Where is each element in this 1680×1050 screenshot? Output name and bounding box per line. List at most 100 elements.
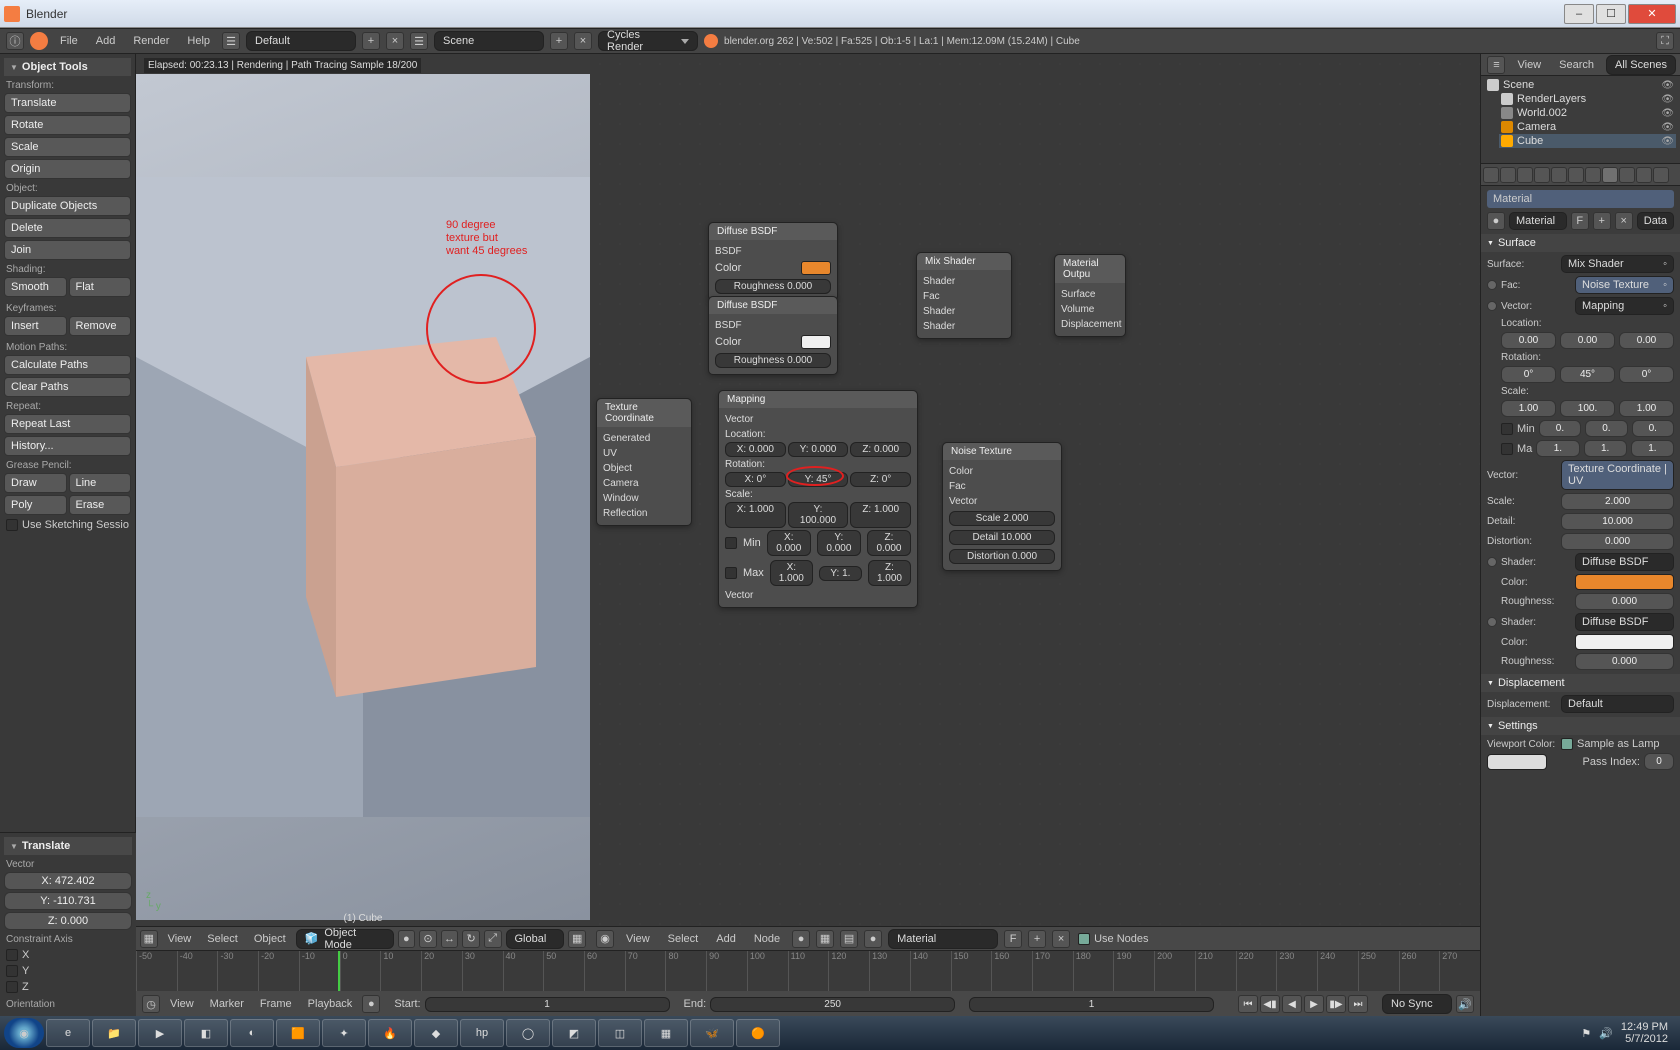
smooth-button[interactable]: Smooth <box>4 277 67 297</box>
prop-scale-z[interactable]: 1.00 <box>1619 400 1674 417</box>
auto-keyframe-icon[interactable]: ● <box>362 995 380 1013</box>
mapping-loc-x[interactable]: X: 0.000 <box>725 442 786 457</box>
material-slot[interactable]: Material <box>1487 190 1674 208</box>
translate-panel-header[interactable]: Translate <box>4 837 132 855</box>
shader2-socket-icon[interactable] <box>1487 617 1497 627</box>
play-reverse-button[interactable]: ◀ <box>1282 995 1302 1013</box>
roughness-field[interactable]: Roughness 0.000 <box>715 353 831 368</box>
fake-user-button[interactable]: F <box>1571 212 1589 230</box>
calculate-paths-button[interactable]: Calculate Paths <box>4 355 131 375</box>
mapping-scale-z[interactable]: Z: 1.000 <box>850 502 911 528</box>
duplicate-button[interactable]: Duplicate Objects <box>4 196 131 216</box>
pivot-icon[interactable]: ⊙ <box>419 930 437 948</box>
node-header[interactable]: Mapping <box>719 391 917 408</box>
menu-file[interactable]: File <box>54 33 84 49</box>
outliner-editor-type-icon[interactable]: ≡ <box>1487 56 1505 74</box>
socket-volume-in[interactable]: Volume <box>1061 302 1119 317</box>
taskbar-app-icon[interactable]: ◧ <box>184 1019 228 1047</box>
shader2-color-swatch[interactable] <box>1575 634 1674 650</box>
node-menu-add[interactable]: Add <box>710 931 742 947</box>
prop-rot-z[interactable]: 0° <box>1619 366 1674 383</box>
taskbar-app-icon[interactable]: ◩ <box>552 1019 596 1047</box>
shader1-value[interactable]: Diffuse BSDF <box>1575 553 1674 571</box>
3d-viewport[interactable]: Elapsed: 00:23.13 | Rendering | Path Tra… <box>136 54 590 950</box>
prop-loc-x[interactable]: 0.00 <box>1501 332 1556 349</box>
layout-dropdown[interactable]: Default <box>246 31 356 51</box>
sketching-session-checkbox[interactable]: Use Sketching Sessio <box>4 517 131 533</box>
outliner-filter-dropdown[interactable]: All Scenes <box>1606 55 1676 75</box>
vector-value[interactable]: Mapping◦ <box>1575 297 1674 315</box>
mode-dropdown[interactable]: 🧊 Object Mode <box>296 929 394 949</box>
outliner-item[interactable]: Camera👁 <box>1499 120 1676 134</box>
node-header[interactable]: Diffuse BSDF <box>709 223 837 240</box>
prop-loc-z[interactable]: 0.00 <box>1619 332 1674 349</box>
outliner-menu-view[interactable]: View <box>1511 57 1547 73</box>
prop-rot-y[interactable]: 45° <box>1560 366 1615 383</box>
node-material-output[interactable]: Material Outpu Surface Volume Displaceme… <box>1054 254 1126 337</box>
node-texture-coordinate[interactable]: Texture Coordinate Generated UV Object C… <box>596 398 692 526</box>
socket-shader-in-1[interactable]: Shader <box>923 304 1005 319</box>
node-header[interactable]: Diffuse BSDF <box>709 297 837 314</box>
link-dropdown[interactable]: Data <box>1637 212 1674 230</box>
tex-distortion-value[interactable]: 0.000 <box>1561 533 1674 550</box>
menu-render[interactable]: Render <box>127 33 175 49</box>
remove-keyframe-button[interactable]: Remove <box>69 316 132 336</box>
flat-button[interactable]: Flat <box>69 277 132 297</box>
taskbar-app-icon[interactable]: ◫ <box>598 1019 642 1047</box>
render-engine-dropdown[interactable]: Cycles Render <box>598 31 698 51</box>
orientation-dropdown[interactable]: Global <box>506 929 565 949</box>
rotate-button[interactable]: Rotate <box>4 115 131 135</box>
sample-as-lamp-checkbox[interactable] <box>1561 738 1573 750</box>
mapping-max-x[interactable]: X: 1.000 <box>770 560 813 586</box>
translate-button[interactable]: Translate <box>4 93 131 113</box>
translate-x-field[interactable]: X: 472.402 <box>4 872 132 890</box>
manipulator-scale-icon[interactable]: ⤢ <box>484 930 502 948</box>
visibility-icon[interactable]: 👁 <box>1661 136 1674 147</box>
diffuse2-color-swatch[interactable] <box>801 335 831 349</box>
socket-reflection-out[interactable]: Reflection <box>603 506 685 521</box>
outliner-item[interactable]: Cube👁 <box>1499 134 1676 148</box>
shader1-rough-value[interactable]: 0.000 <box>1575 593 1674 610</box>
socket-window-out[interactable]: Window <box>603 491 685 506</box>
prop-scale-x[interactable]: 1.00 <box>1501 400 1556 417</box>
socket-surface-in[interactable]: Surface <box>1061 287 1119 302</box>
outliner-menu-search[interactable]: Search <box>1553 57 1600 73</box>
timeline[interactable]: -50-40-30-20-100102030405060708090100110… <box>136 950 1480 1016</box>
shader1-socket-icon[interactable] <box>1487 557 1497 567</box>
prop-tab-texture[interactable] <box>1619 167 1635 183</box>
prop-tab-data[interactable] <box>1585 167 1601 183</box>
node-header[interactable]: Material Outpu <box>1055 255 1125 283</box>
socket-bsdf-out[interactable]: BSDF <box>715 318 831 333</box>
taskbar-blender-icon[interactable]: 🟠 <box>736 1019 780 1047</box>
displacement-section-header[interactable]: Displacement <box>1481 674 1680 692</box>
node-menu-node[interactable]: Node <box>748 931 786 947</box>
node-diffuse-bsdf-2[interactable]: Diffuse BSDF BSDF Color Roughness 0.000 <box>708 296 838 375</box>
vector2-value[interactable]: Texture Coordinate | UV <box>1561 460 1674 490</box>
scene-dropdown[interactable]: Scene <box>434 31 544 51</box>
viewport-color-swatch[interactable] <box>1487 754 1547 770</box>
visibility-icon[interactable]: 👁 <box>1661 94 1674 105</box>
fac-value[interactable]: Noise Texture◦ <box>1575 276 1674 294</box>
insert-keyframe-button[interactable]: Insert <box>4 316 67 336</box>
mapping-min-y[interactable]: Y: 0.000 <box>817 530 861 556</box>
remove-layout-button[interactable]: × <box>386 32 404 50</box>
start-button[interactable]: ◉ <box>4 1018 44 1048</box>
gp-draw-button[interactable]: Draw <box>4 473 67 493</box>
layers-icon[interactable]: ▦ <box>568 930 586 948</box>
material-name-field[interactable]: Material <box>888 929 998 949</box>
join-button[interactable]: Join <box>4 240 131 260</box>
viewport-menu-view[interactable]: View <box>162 931 198 947</box>
delete-button[interactable]: Delete <box>4 218 131 238</box>
surface-value[interactable]: Mix Shader◦ <box>1561 255 1674 273</box>
min-checkbox[interactable] <box>1501 423 1513 435</box>
taskbar-explorer-icon[interactable]: 📁 <box>92 1019 136 1047</box>
maximize-button[interactable]: ☐ <box>1596 4 1626 24</box>
node-header[interactable]: Texture Coordinate <box>597 399 691 427</box>
prop-loc-y[interactable]: 0.00 <box>1560 332 1615 349</box>
prop-tab-render[interactable] <box>1483 167 1499 183</box>
node-diffuse-bsdf-1[interactable]: Diffuse BSDF BSDF Color Roughness 0.000 <box>708 222 838 301</box>
viewport-menu-select[interactable]: Select <box>201 931 244 947</box>
fac-socket-icon[interactable] <box>1487 280 1497 290</box>
socket-vector-out[interactable]: Vector <box>725 412 911 427</box>
diffuse1-color-swatch[interactable] <box>801 261 831 275</box>
